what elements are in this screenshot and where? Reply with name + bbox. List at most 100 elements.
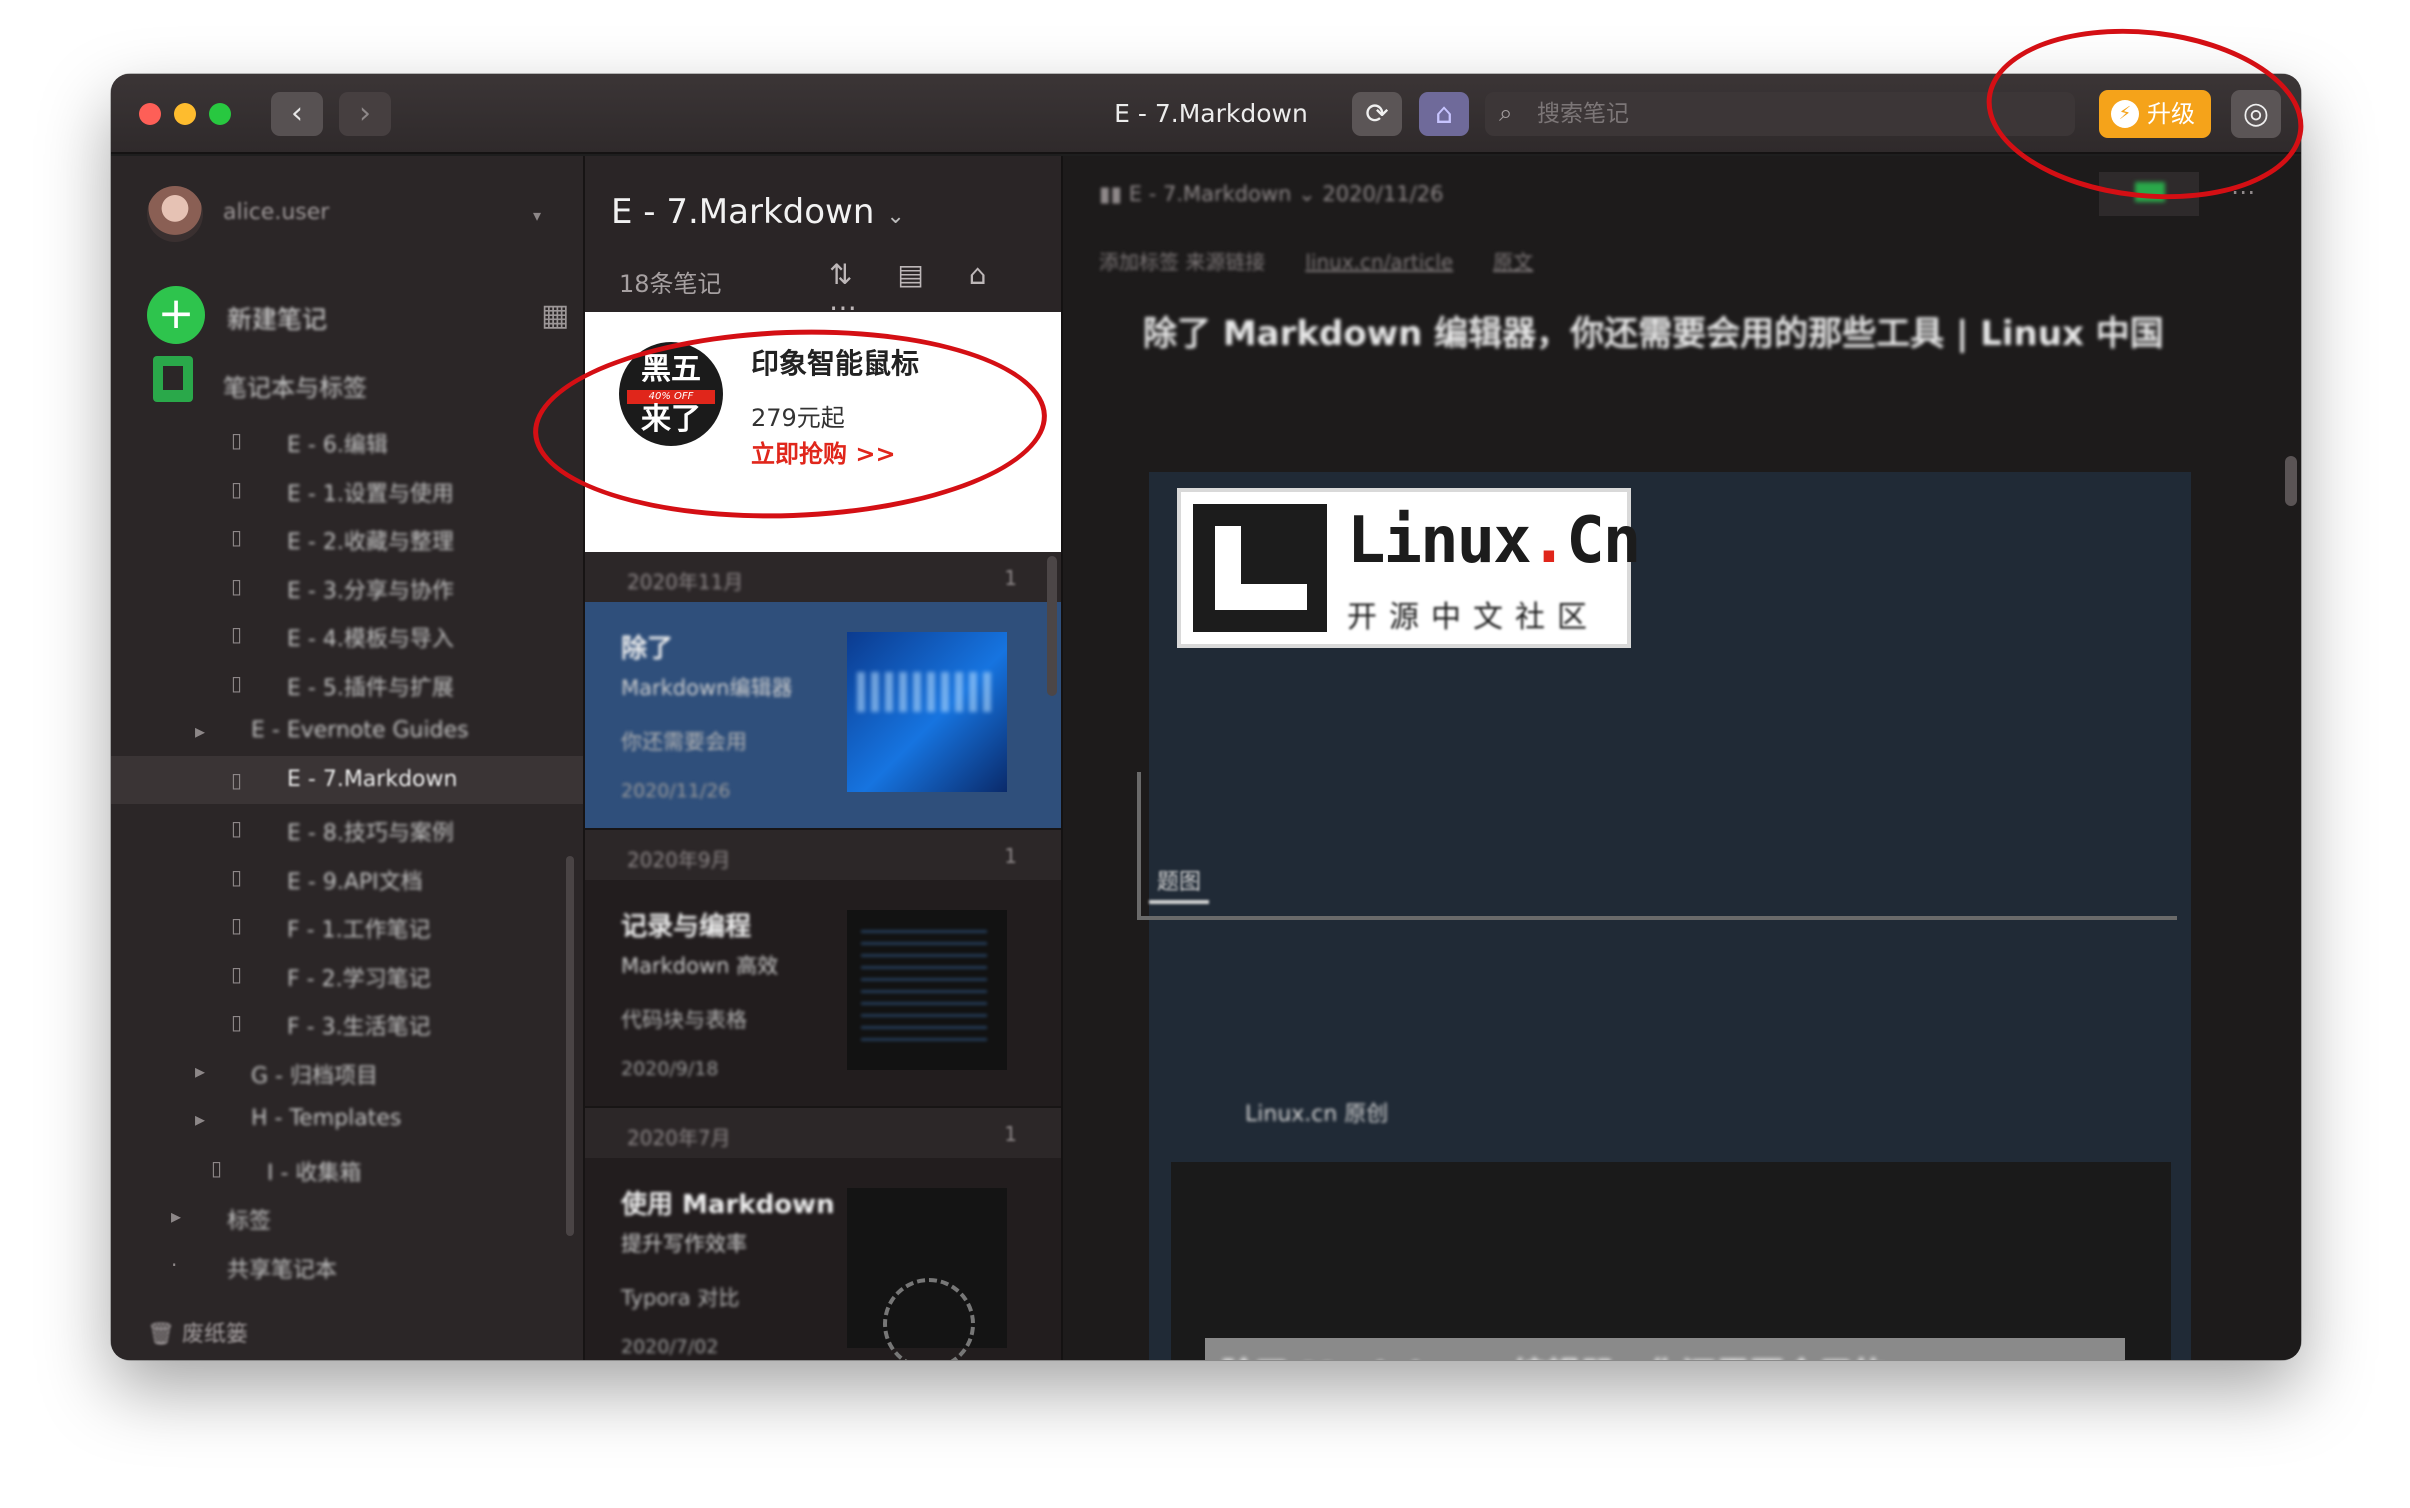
notebook-icon: ▮▮ <box>1099 182 1129 206</box>
sidebar-item-label: E - 1.设置与使用 <box>287 481 454 507</box>
source-link[interactable]: linux.cn/article <box>1305 250 1453 274</box>
sidebar-item[interactable]: ▯ E - 8.技巧与案例 <box>111 804 583 853</box>
sidebar-item[interactable]: ▯ E - 4.模板与导入 <box>111 610 583 659</box>
editor-tags[interactable]: 添加标签 来源链接 linux.cn/article 原文 <box>1099 246 1533 275</box>
sidebar-item[interactable]: ▯ F - 2.学习笔记 <box>111 950 583 999</box>
sidebar-item-label: E - 5.插件与扩展 <box>287 675 454 701</box>
trash-icon: 🗑 <box>147 1322 182 1347</box>
sidebar-item-label: E - 2.收藏与整理 <box>287 530 454 555</box>
forward-button[interactable]: › <box>339 92 391 136</box>
chevron-right-icon: › <box>359 96 371 131</box>
back-button[interactable]: ‹ <box>271 92 323 136</box>
note-card-date: 2020/9/18 <box>621 1058 719 1080</box>
quote-block-text: 除了 Markdown 编辑器，你还需要会用的 <box>1221 1348 1886 1360</box>
note-card[interactable]: 使用 Markdown 提升写作效率 Typora 对比 2020/7/02 <box>585 1158 1061 1360</box>
note-card-title: 记录与编程 <box>621 912 752 942</box>
chevron-down-icon[interactable]: ▾ <box>533 206 541 225</box>
sidebar-item[interactable]: ▯ E - 7.Markdown <box>111 755 583 804</box>
sidebar-item-label: 共享笔记本 <box>227 1257 338 1283</box>
sidebar-item[interactable]: ▸ E - Evernote Guides <box>111 707 583 756</box>
group-count: 1 <box>1004 1122 1017 1146</box>
sidebar-item[interactable]: ▸ G - 归档项目 <box>111 1047 583 1096</box>
sidebar-item[interactable]: ▯ I - 收集箱 <box>111 1144 583 1193</box>
sidebar-item[interactable]: ▸ 标签 <box>111 1192 583 1241</box>
logo-dot: . <box>1529 504 1569 578</box>
notebook-title[interactable]: E - 7.Markdown ⌄ <box>611 192 905 232</box>
app-window: ‹ › E - 7.Markdown ⟳ ⌂ ⌕ ⚡ 升级 ◎ alice.us… <box>111 74 2301 1360</box>
note-body[interactable]: Linux.Cn 开源中文社区 题图 Linux.cn 原创 除了 Markdo… <box>1137 472 2191 1360</box>
notebook-icon: ▸ <box>195 1058 206 1083</box>
note-card-snippet: Markdown 高效 <box>621 954 779 978</box>
note-card-date: 2020/7/02 <box>621 1336 719 1358</box>
note-list-scrollbar[interactable] <box>1047 556 1057 696</box>
notebook-icon: ▸ <box>195 1107 206 1131</box>
note-card-date: 2020/11/26 <box>621 780 731 802</box>
sidebar-item[interactable]: ▯ E - 3.分享与协作 <box>111 562 583 611</box>
title-bar: ‹ › E - 7.Markdown ⟳ ⌂ ⌕ ⚡ 升级 ◎ <box>111 74 2301 154</box>
editor-scrollbar[interactable] <box>2285 456 2297 506</box>
notebook-icon: ▯ <box>231 767 243 792</box>
logo-text-a: Linux <box>1347 504 1532 578</box>
maximize-window-button[interactable] <box>209 103 231 125</box>
notebook-icon: ▯ <box>231 816 243 840</box>
sidebar-item[interactable]: ▯ E - 1.设置与使用 <box>111 465 583 514</box>
sidebar-item[interactable]: ▯ E - 9.API文档 <box>111 853 583 902</box>
note-heading[interactable]: 除了 Markdown 编辑器，你还需要会用的那些工具 | Linux 中国 <box>1143 306 2273 355</box>
logo-subtitle: 开源中文社区 <box>1347 600 1599 635</box>
sidebar-item[interactable]: ▸ H - Templates <box>111 1095 583 1144</box>
sidebar-item[interactable]: · 共享笔记本 <box>111 1241 583 1290</box>
search-input[interactable] <box>1537 98 2057 130</box>
sidebar-item-label: E - 4.模板与导入 <box>287 627 454 652</box>
note-list-header: E - 7.Markdown ⌄ 18条笔记 ⇅ ▤ ⌂ ⋯ <box>585 156 1061 324</box>
quote-block: 除了 Markdown 编辑器，你还需要会用的 <box>1205 1338 2125 1360</box>
tags-text: 添加标签 来源链接 <box>1099 250 1266 274</box>
note-cards: 2020年11月 1 除了 Markdown编辑器 你还需要会用 2020/11/26 20… <box>585 552 1061 1360</box>
sidebar-item-label: 标签 <box>227 1209 272 1234</box>
notebook-icon: ▯ <box>231 670 243 695</box>
sync-button[interactable]: ⟳ <box>1352 92 1402 136</box>
notebook-icon: ▯ <box>231 1010 243 1034</box>
logo-text: Linux.Cn <box>1347 504 1641 578</box>
window-title: E - 7.Markdown <box>1114 99 1308 128</box>
editor-breadcrumb[interactable]: ▮▮ E - 7.Markdown ⌄ 2020/11/26 <box>1099 182 1443 206</box>
sidebar-scrollbar[interactable] <box>566 856 574 1236</box>
quote-divider <box>1137 916 2177 920</box>
sidebar-item-label: E - 6.编辑 <box>287 433 388 458</box>
minimize-window-button[interactable] <box>174 103 196 125</box>
note-view-button[interactable]: ⌂ <box>1419 92 1469 136</box>
note-card-title: 除了 <box>621 634 674 664</box>
new-note-button[interactable]: + 新建笔记 ▦ <box>147 286 569 346</box>
sidebar-item-label: E - 9.API文档 <box>287 869 423 895</box>
note-thumbnail <box>847 632 1007 792</box>
note-card[interactable]: 除了 Markdown编辑器 你还需要会用 2020/11/26 <box>585 602 1061 830</box>
linux-logo-mark <box>1193 504 1327 632</box>
grid-icon[interactable]: ▦ <box>541 298 569 333</box>
avatar <box>147 186 203 242</box>
note-thumbnail <box>847 910 1007 1070</box>
date-group-header: 2020年7月 1 <box>585 1108 1061 1158</box>
source-link-2[interactable]: 原文 <box>1493 250 1533 274</box>
chevron-left-icon: ‹ <box>291 96 303 131</box>
sidebar-item[interactable]: ▯ F - 3.生活笔记 <box>111 998 583 1047</box>
notebook-icon: ▸ <box>171 1204 182 1228</box>
note-card[interactable]: 记录与编程 Markdown 高效 代码块与表格 2020/9/18 <box>585 880 1061 1108</box>
note-thumbnail <box>847 1188 1007 1360</box>
sidebar-item-label: G - 归档项目 <box>251 1063 378 1089</box>
note-card-snippet: 提升写作效率 <box>621 1232 747 1256</box>
sidebar-item-label: E - Evernote Guides <box>251 718 469 743</box>
group-date: 2020年11月 <box>627 570 744 594</box>
sidebar-item-label: E - 7.Markdown <box>287 766 458 792</box>
trash-item[interactable]: 🗑 废纸篓 <box>147 1316 248 1348</box>
close-window-button[interactable] <box>139 103 161 125</box>
chevron-down-icon: ⌄ <box>886 204 905 229</box>
image-caption: Linux.cn 原创 <box>1245 1102 1389 1127</box>
notebook-icon: ▯ <box>231 573 243 598</box>
sidebar-item[interactable]: ▯ E - 6.编辑 <box>111 416 583 465</box>
sidebar-item[interactable]: ▯ F - 1.工作笔记 <box>111 901 583 950</box>
notebook-icon: ▯ <box>231 622 243 646</box>
editor-breadcrumb-text: E - 7.Markdown ⌄ 2020/11/26 <box>1128 182 1444 206</box>
sidebar-item[interactable]: ▯ E - 2.收藏与整理 <box>111 513 583 562</box>
notebook-icon: ▯ <box>231 864 243 889</box>
sidebar-item[interactable]: ▯ E - 5.插件与扩展 <box>111 659 583 708</box>
quote-tag: 题图 <box>1149 864 1210 904</box>
